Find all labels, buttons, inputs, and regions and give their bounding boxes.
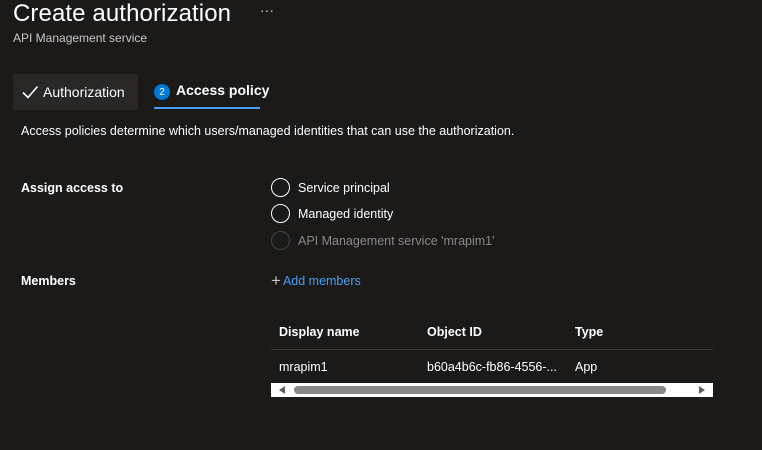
add-members-label: Add members	[282, 273, 361, 288]
add-members-button[interactable]: + Add members	[271, 272, 361, 289]
radio-circle[interactable]	[271, 204, 290, 223]
cell-type: App	[575, 360, 598, 374]
scrollbar-thumb[interactable]	[294, 386, 666, 394]
members-label: Members	[21, 274, 76, 288]
cell-display-name: mrapim1	[279, 360, 328, 374]
scroll-left-arrow-icon[interactable]	[279, 386, 285, 394]
page-title: Create authorization	[13, 0, 232, 27]
table-row[interactable]: mrapim1 b60a4b6c-fb86-4556-... App	[271, 350, 713, 383]
radio-circle[interactable]	[271, 178, 290, 197]
plus-icon: +	[271, 271, 281, 290]
tab-access-policy[interactable]: 2 Access policy	[154, 82, 269, 110]
checkmark-icon	[22, 85, 39, 99]
column-header-display-name[interactable]: Display name	[279, 325, 360, 339]
radio-service-principal[interactable]: Service principal	[271, 178, 390, 197]
access-policy-description: Access policies determine which users/ma…	[21, 124, 515, 138]
active-tab-indicator	[154, 107, 260, 109]
column-header-type[interactable]: Type	[575, 325, 603, 339]
horizontal-scrollbar[interactable]	[271, 383, 713, 397]
scroll-right-arrow-icon[interactable]	[699, 386, 705, 394]
more-options-button[interactable]: ···	[260, 2, 274, 18]
radio-label: Service principal	[298, 180, 390, 195]
step-number-badge: 2	[154, 84, 170, 100]
radio-label: Managed identity	[298, 206, 394, 221]
cell-object-id: b60a4b6c-fb86-4556-...	[427, 360, 557, 374]
radio-apim-service: API Management service 'mrapim1'	[271, 231, 495, 250]
tab-authorization-label: Authorization	[43, 84, 125, 100]
assign-access-label: Assign access to	[21, 181, 124, 195]
radio-circle	[271, 231, 290, 250]
column-header-object-id[interactable]: Object ID	[427, 325, 482, 339]
tab-authorization[interactable]: Authorization	[13, 74, 138, 110]
radio-managed-identity[interactable]: Managed identity	[271, 204, 393, 223]
page-subtitle: API Management service	[13, 31, 148, 45]
members-table: Display name Object ID Type mrapim1 b60a…	[271, 318, 713, 383]
table-header: Display name Object ID Type	[271, 318, 713, 350]
tab-access-policy-label: Access policy	[176, 82, 270, 98]
radio-label: API Management service 'mrapim1'	[298, 233, 495, 248]
